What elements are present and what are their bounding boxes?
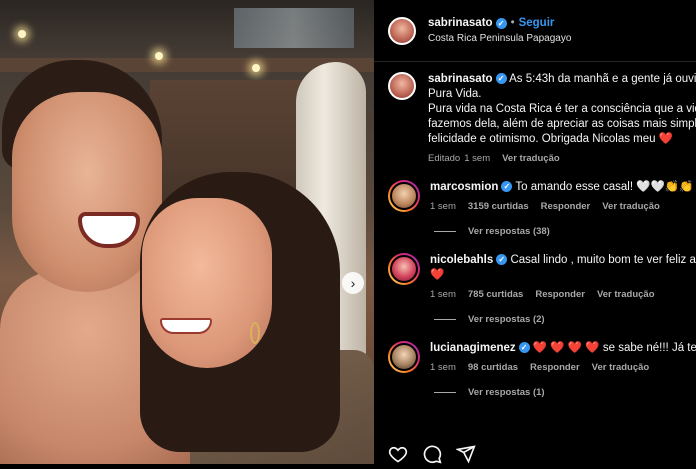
string-light bbox=[252, 64, 260, 72]
separator-dot: • bbox=[510, 17, 515, 29]
post-action-bar bbox=[388, 444, 476, 464]
comment-likes[interactable]: 3159 curtidas bbox=[468, 201, 529, 212]
comment-likes[interactable]: 98 curtidas bbox=[468, 362, 518, 373]
comment-time[interactable]: 1 sem bbox=[430, 289, 456, 300]
verified-badge-icon: ✓ bbox=[496, 254, 508, 265]
post-side-panel: sabrinasato ✓ • Seguir Costa Rica Penins… bbox=[374, 0, 696, 464]
photo-woman-smile bbox=[160, 318, 212, 334]
replies-divider bbox=[434, 392, 456, 393]
comment-username[interactable]: nicolebahls bbox=[430, 254, 493, 266]
chevron-right-icon: › bbox=[350, 275, 356, 291]
comment-item: marcosmion ✓ To amando esse casal! 🤍🤍👏👏 1… bbox=[388, 180, 696, 237]
view-replies-button[interactable]: Ver respostas (1) bbox=[434, 387, 696, 398]
photo-window bbox=[234, 8, 354, 48]
post-location[interactable]: Costa Rica Peninsula Papagayo bbox=[428, 33, 571, 44]
verified-badge-icon: ✓ bbox=[518, 342, 530, 353]
comment-time[interactable]: 1 sem bbox=[430, 201, 456, 212]
see-translation-button[interactable]: Ver tradução bbox=[502, 153, 560, 164]
view-replies-label: Ver respostas (38) bbox=[468, 226, 550, 237]
commenter-avatar bbox=[390, 343, 418, 371]
comment-text: ❤️ ❤️ ❤️ ❤️ se sabe né!!! Já te fa bbox=[532, 342, 696, 354]
heart-emoji: ❤️ bbox=[658, 133, 674, 145]
replies-divider bbox=[434, 319, 456, 320]
caption-line: As 5:43h da manhã e a gente já ouvia bbox=[509, 73, 696, 85]
caption-line: Pura vida na Costa Rica é ter a consciên… bbox=[428, 103, 696, 115]
reply-button[interactable]: Responder bbox=[541, 201, 591, 212]
caption-line: Pura Vida. bbox=[428, 88, 482, 100]
verified-badge-icon: ✓ bbox=[501, 181, 513, 192]
comment-likes[interactable]: 785 curtidas bbox=[468, 289, 523, 300]
author-avatar[interactable] bbox=[388, 16, 416, 45]
see-translation-button[interactable]: Ver tradução bbox=[592, 362, 650, 373]
view-replies-button[interactable]: Ver respostas (2) bbox=[434, 314, 696, 325]
comment-item: lucianagimenez ✓ ❤️ ❤️ ❤️ ❤️ se sabe né!!… bbox=[388, 341, 696, 398]
reply-button[interactable]: Responder bbox=[530, 362, 580, 373]
post-photo[interactable]: › bbox=[0, 0, 374, 464]
story-ring[interactable] bbox=[388, 341, 420, 373]
comments-list: sabrinasato ✓ As 5:43h da manhã e a gente… bbox=[374, 62, 696, 398]
caption-time[interactable]: 1 sem bbox=[464, 153, 490, 164]
comment-username[interactable]: lucianagimenez bbox=[430, 342, 516, 354]
verified-badge-icon: ✓ bbox=[495, 17, 507, 29]
commenter-avatar bbox=[390, 255, 418, 283]
caption-meta: Editado 1 sem Ver tradução bbox=[428, 153, 696, 164]
caption-line-last: felicidade e otimismo. Obrigada Nicolas … bbox=[428, 132, 696, 147]
view-replies-label: Ver respostas (2) bbox=[468, 314, 545, 325]
comment-username[interactable]: marcosmion bbox=[430, 181, 498, 193]
edited-label: Editado bbox=[428, 153, 461, 164]
commenter-avatar bbox=[390, 182, 418, 210]
story-ring[interactable] bbox=[388, 253, 420, 285]
comment-text: To amando esse casal! 🤍🤍👏👏 bbox=[515, 181, 694, 193]
comment-meta: 1 sem 98 curtidas Responder Ver tradução bbox=[430, 362, 696, 373]
author-username[interactable]: sabrinasato bbox=[428, 17, 493, 29]
caption-line: fazemos dela, além de apreciar as coisas… bbox=[428, 118, 696, 130]
replies-divider bbox=[434, 231, 456, 232]
see-translation-button[interactable]: Ver tradução bbox=[602, 201, 660, 212]
author-avatar[interactable] bbox=[388, 72, 416, 100]
heart-icon[interactable] bbox=[388, 444, 408, 464]
post-header: sabrinasato ✓ • Seguir Costa Rica Penins… bbox=[374, 0, 696, 62]
caption-username[interactable]: sabrinasato bbox=[428, 73, 493, 85]
comment-text: Casal lindo , muito bom te ver feliz am bbox=[510, 254, 696, 266]
verified-badge-icon: ✓ bbox=[495, 73, 507, 84]
next-photo-button[interactable]: › bbox=[342, 272, 364, 294]
string-light bbox=[155, 52, 163, 60]
comment-meta: 1 sem 785 curtidas Responder Ver traduçã… bbox=[430, 289, 696, 300]
caption: sabrinasato ✓ As 5:43h da manhã e a gente… bbox=[388, 72, 696, 164]
photo-earring bbox=[250, 322, 260, 344]
story-ring[interactable] bbox=[388, 180, 420, 212]
comment-meta: 1 sem 3159 curtidas Responder Ver traduç… bbox=[430, 201, 696, 212]
instagram-post-view: › sabrinasato ✓ • Seguir Costa Rica Peni… bbox=[0, 0, 696, 464]
comment-icon[interactable] bbox=[422, 444, 442, 464]
view-replies-label: Ver respostas (1) bbox=[468, 387, 545, 398]
comment-item: nicolebahls ✓ Casal lindo , muito bom te … bbox=[388, 253, 696, 325]
caption-line: felicidade e otimismo. Obrigada Nicolas … bbox=[428, 133, 656, 145]
comment-text-cont: ❤️ bbox=[430, 269, 445, 281]
reply-button[interactable]: Responder bbox=[535, 289, 585, 300]
string-light bbox=[18, 30, 26, 38]
comment-time[interactable]: 1 sem bbox=[430, 362, 456, 373]
see-translation-button[interactable]: Ver tradução bbox=[597, 289, 655, 300]
share-icon[interactable] bbox=[455, 444, 476, 464]
view-replies-button[interactable]: Ver respostas (38) bbox=[434, 226, 696, 237]
follow-button[interactable]: Seguir bbox=[519, 17, 555, 29]
